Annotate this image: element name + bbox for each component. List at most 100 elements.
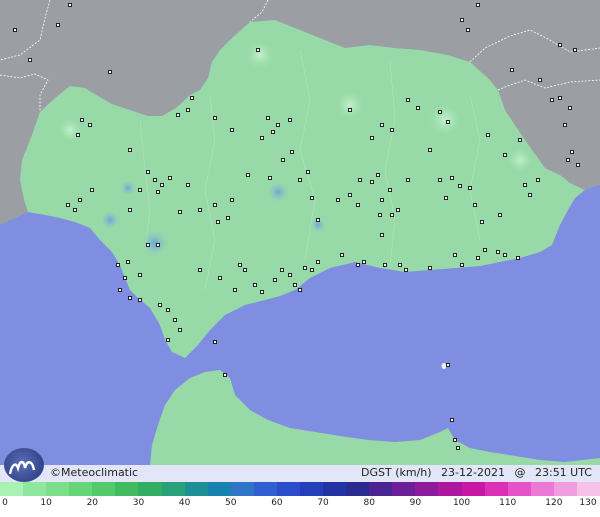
station-marker[interactable] — [256, 48, 260, 52]
station-marker[interactable] — [273, 278, 277, 282]
station-marker[interactable] — [460, 263, 464, 267]
station-marker[interactable] — [266, 116, 270, 120]
station-marker[interactable] — [198, 208, 202, 212]
station-marker[interactable] — [186, 108, 190, 112]
station-marker[interactable] — [450, 418, 454, 422]
station-marker[interactable] — [303, 266, 307, 270]
station-marker[interactable] — [390, 128, 394, 132]
station-marker[interactable] — [280, 268, 284, 272]
station-marker[interactable] — [116, 263, 120, 267]
station-marker[interactable] — [404, 268, 408, 272]
station-marker[interactable] — [56, 23, 60, 27]
station-marker[interactable] — [88, 123, 92, 127]
station-marker[interactable] — [310, 268, 314, 272]
station-marker[interactable] — [483, 248, 487, 252]
station-marker[interactable] — [516, 256, 520, 260]
station-marker[interactable] — [160, 183, 164, 187]
station-marker[interactable] — [288, 273, 292, 277]
station-marker[interactable] — [128, 296, 132, 300]
station-marker[interactable] — [316, 260, 320, 264]
station-marker[interactable] — [566, 158, 570, 162]
station-marker[interactable] — [473, 203, 477, 207]
station-marker[interactable] — [496, 250, 500, 254]
station-marker[interactable] — [450, 176, 454, 180]
station-marker[interactable] — [376, 173, 380, 177]
station-marker[interactable] — [166, 308, 170, 312]
station-marker[interactable] — [388, 188, 392, 192]
station-marker[interactable] — [178, 210, 182, 214]
station-marker[interactable] — [166, 338, 170, 342]
station-marker[interactable] — [356, 263, 360, 267]
station-marker[interactable] — [108, 70, 112, 74]
station-marker[interactable] — [238, 263, 242, 267]
station-marker[interactable] — [260, 290, 264, 294]
station-marker[interactable] — [178, 328, 182, 332]
station-marker[interactable] — [378, 213, 382, 217]
station-marker[interactable] — [380, 123, 384, 127]
station-marker[interactable] — [288, 118, 292, 122]
station-marker[interactable] — [536, 178, 540, 182]
station-marker[interactable] — [573, 48, 577, 52]
station-marker[interactable] — [186, 183, 190, 187]
station-marker[interactable] — [380, 233, 384, 237]
station-marker[interactable] — [348, 108, 352, 112]
station-marker[interactable] — [348, 193, 352, 197]
station-marker[interactable] — [213, 340, 217, 344]
station-marker[interactable] — [246, 173, 250, 177]
station-marker[interactable] — [218, 276, 222, 280]
station-marker[interactable] — [518, 138, 522, 142]
station-marker[interactable] — [146, 243, 150, 247]
station-marker[interactable] — [213, 203, 217, 207]
station-marker[interactable] — [123, 276, 127, 280]
station-marker[interactable] — [276, 123, 280, 127]
station-marker[interactable] — [138, 273, 142, 277]
station-marker[interactable] — [416, 106, 420, 110]
station-marker[interactable] — [281, 158, 285, 162]
station-marker[interactable] — [173, 318, 177, 322]
station-marker[interactable] — [118, 288, 122, 292]
station-marker[interactable] — [340, 253, 344, 257]
station-marker[interactable] — [226, 216, 230, 220]
station-marker[interactable] — [268, 176, 272, 180]
station-marker[interactable] — [503, 253, 507, 257]
station-marker[interactable] — [13, 28, 17, 32]
station-marker[interactable] — [398, 263, 402, 267]
station-marker[interactable] — [213, 116, 217, 120]
station-marker[interactable] — [223, 373, 227, 377]
station-marker[interactable] — [233, 288, 237, 292]
station-marker[interactable] — [78, 198, 82, 202]
station-marker[interactable] — [453, 253, 457, 257]
station-marker[interactable] — [528, 193, 532, 197]
station-marker[interactable] — [456, 446, 460, 450]
station-marker[interactable] — [128, 208, 132, 212]
station-marker[interactable] — [271, 130, 275, 134]
station-marker[interactable] — [480, 220, 484, 224]
station-marker[interactable] — [76, 133, 80, 137]
station-marker[interactable] — [68, 3, 72, 7]
station-marker[interactable] — [146, 170, 150, 174]
station-marker[interactable] — [486, 133, 490, 137]
station-marker[interactable] — [444, 196, 448, 200]
station-marker[interactable] — [468, 186, 472, 190]
station-marker[interactable] — [460, 18, 464, 22]
station-marker[interactable] — [428, 266, 432, 270]
station-marker[interactable] — [380, 198, 384, 202]
station-marker[interactable] — [90, 188, 94, 192]
station-marker[interactable] — [563, 123, 567, 127]
station-marker[interactable] — [406, 178, 410, 182]
station-marker[interactable] — [310, 196, 314, 200]
station-marker[interactable] — [558, 43, 562, 47]
station-marker[interactable] — [316, 218, 320, 222]
station-marker[interactable] — [298, 178, 302, 182]
station-marker[interactable] — [428, 148, 432, 152]
station-marker[interactable] — [362, 260, 366, 264]
station-marker[interactable] — [358, 178, 362, 182]
station-marker[interactable] — [576, 163, 580, 167]
station-marker[interactable] — [138, 298, 142, 302]
station-marker[interactable] — [476, 256, 480, 260]
station-marker[interactable] — [260, 136, 264, 140]
station-marker[interactable] — [336, 198, 340, 202]
station-marker[interactable] — [550, 98, 554, 102]
station-marker[interactable] — [438, 110, 442, 114]
station-marker[interactable] — [446, 120, 450, 124]
